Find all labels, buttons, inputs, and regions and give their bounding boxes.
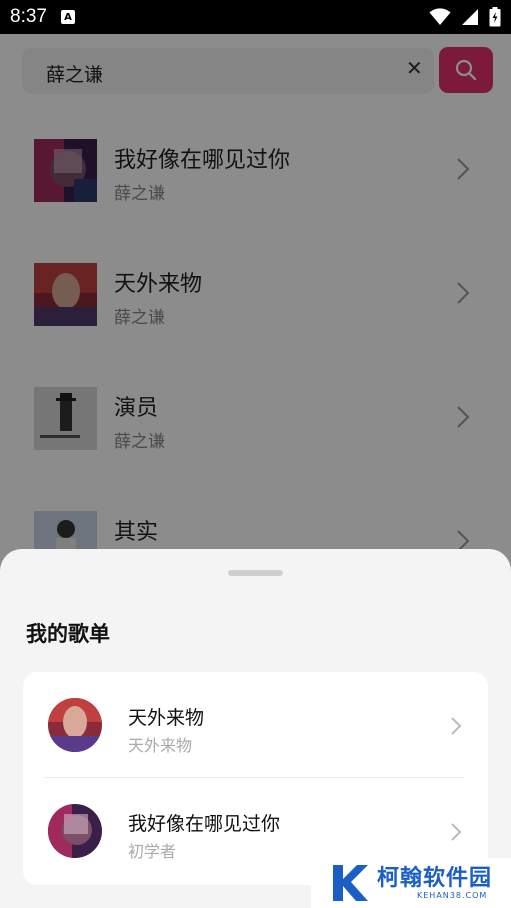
watermark-logo — [333, 865, 368, 901]
status-bar: 8:37 A — [0, 0, 511, 34]
playlist-name: 天外来物 — [128, 707, 205, 729]
notification-icon: A — [60, 10, 75, 24]
playlist-subtitle: 初学者 — [128, 842, 177, 861]
watermark-subtitle: KEHAN38.COM — [417, 890, 488, 900]
playlist-card: 天外来物 天外来物 我好像在哪见过你 初学者 — [23, 672, 488, 885]
watermark: 柯翰软件园 KEHAN38.COM — [311, 858, 511, 908]
status-time: 8:37 — [10, 6, 47, 27]
playlist-cover — [48, 698, 102, 752]
battery-icon — [489, 7, 501, 27]
watermark-title: 柯翰软件园 — [377, 865, 493, 891]
drag-handle[interactable] — [228, 570, 283, 576]
sheet-title: 我的歌单 — [26, 622, 110, 646]
playlist-bottom-sheet: 我的歌单 天外来物 天外来物 我好像在哪见过你 初学者 — [0, 549, 511, 908]
playlist-subtitle: 天外来物 — [128, 736, 193, 755]
playlist-item[interactable]: 天外来物 天外来物 — [23, 672, 488, 778]
chevron-right-icon — [451, 717, 462, 735]
playlist-name: 我好像在哪见过你 — [128, 813, 281, 835]
playlist-cover — [48, 804, 102, 858]
status-icons — [429, 7, 501, 27]
signal-icon — [462, 9, 478, 25]
chevron-right-icon — [451, 823, 462, 841]
wifi-icon — [429, 8, 451, 25]
